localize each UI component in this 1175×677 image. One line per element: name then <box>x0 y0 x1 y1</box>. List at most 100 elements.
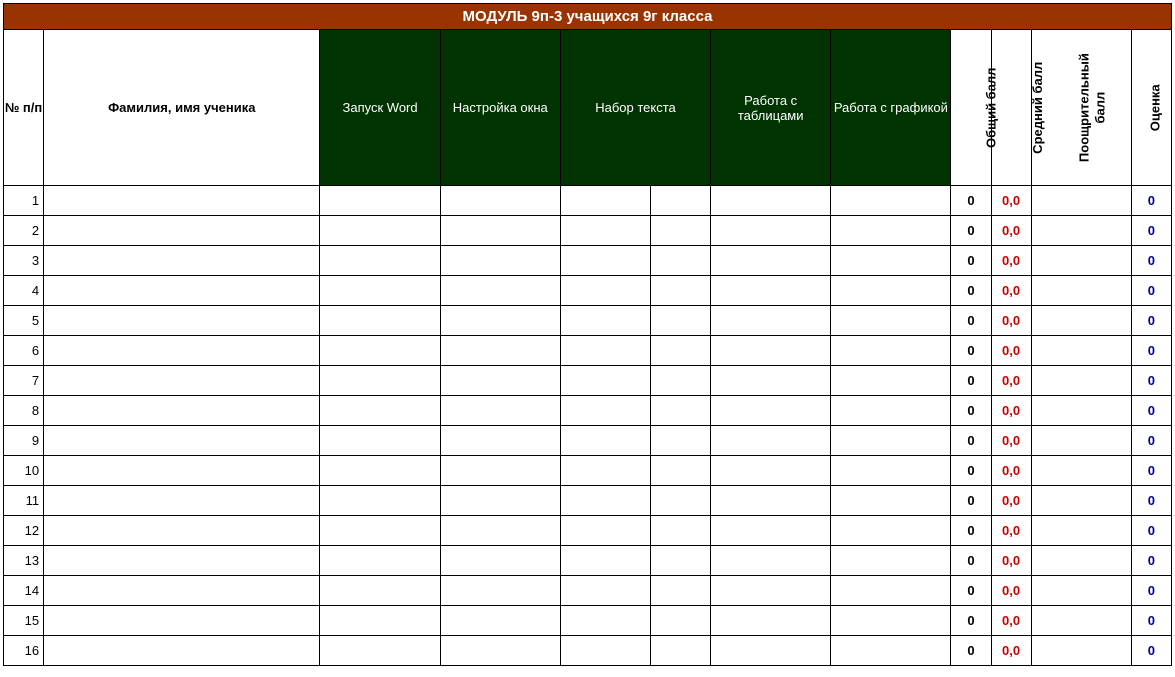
bonus-score[interactable] <box>1031 576 1131 606</box>
task-cell[interactable] <box>711 456 831 486</box>
task-cell[interactable] <box>440 636 560 666</box>
student-name[interactable] <box>44 456 320 486</box>
task-cell[interactable] <box>560 336 650 366</box>
task-cell[interactable] <box>440 546 560 576</box>
bonus-score[interactable] <box>1031 306 1131 336</box>
bonus-score[interactable] <box>1031 516 1131 546</box>
task-cell[interactable] <box>651 636 711 666</box>
task-cell[interactable] <box>831 396 951 426</box>
task-cell[interactable] <box>440 216 560 246</box>
bonus-score[interactable] <box>1031 246 1131 276</box>
task-cell[interactable] <box>560 216 650 246</box>
task-cell[interactable] <box>560 426 650 456</box>
student-name[interactable] <box>44 186 320 216</box>
student-name[interactable] <box>44 246 320 276</box>
task-cell[interactable] <box>831 336 951 366</box>
task-cell[interactable] <box>651 546 711 576</box>
task-cell[interactable] <box>651 426 711 456</box>
task-cell[interactable] <box>651 186 711 216</box>
task-cell[interactable] <box>711 636 831 666</box>
student-name[interactable] <box>44 306 320 336</box>
task-cell[interactable] <box>440 426 560 456</box>
bonus-score[interactable] <box>1031 606 1131 636</box>
student-name[interactable] <box>44 426 320 456</box>
task-cell[interactable] <box>651 366 711 396</box>
task-cell[interactable] <box>831 606 951 636</box>
bonus-score[interactable] <box>1031 276 1131 306</box>
task-cell[interactable] <box>651 576 711 606</box>
student-name[interactable] <box>44 516 320 546</box>
task-cell[interactable] <box>711 366 831 396</box>
task-cell[interactable] <box>711 606 831 636</box>
task-cell[interactable] <box>711 546 831 576</box>
task-cell[interactable] <box>320 366 440 396</box>
task-cell[interactable] <box>651 306 711 336</box>
task-cell[interactable] <box>560 246 650 276</box>
task-cell[interactable] <box>560 516 650 546</box>
task-cell[interactable] <box>320 246 440 276</box>
task-cell[interactable] <box>831 216 951 246</box>
bonus-score[interactable] <box>1031 366 1131 396</box>
student-name[interactable] <box>44 486 320 516</box>
task-cell[interactable] <box>651 456 711 486</box>
task-cell[interactable] <box>560 456 650 486</box>
task-cell[interactable] <box>651 516 711 546</box>
task-cell[interactable] <box>320 396 440 426</box>
task-cell[interactable] <box>320 336 440 366</box>
task-cell[interactable] <box>711 486 831 516</box>
task-cell[interactable] <box>440 606 560 636</box>
task-cell[interactable] <box>711 426 831 456</box>
task-cell[interactable] <box>560 186 650 216</box>
task-cell[interactable] <box>711 276 831 306</box>
task-cell[interactable] <box>651 246 711 276</box>
task-cell[interactable] <box>651 486 711 516</box>
task-cell[interactable] <box>560 396 650 426</box>
task-cell[interactable] <box>440 336 560 366</box>
task-cell[interactable] <box>440 516 560 546</box>
task-cell[interactable] <box>831 276 951 306</box>
student-name[interactable] <box>44 576 320 606</box>
task-cell[interactable] <box>831 636 951 666</box>
task-cell[interactable] <box>651 276 711 306</box>
bonus-score[interactable] <box>1031 216 1131 246</box>
task-cell[interactable] <box>320 486 440 516</box>
task-cell[interactable] <box>440 276 560 306</box>
task-cell[interactable] <box>831 366 951 396</box>
student-name[interactable] <box>44 396 320 426</box>
student-name[interactable] <box>44 546 320 576</box>
task-cell[interactable] <box>440 366 560 396</box>
task-cell[interactable] <box>560 486 650 516</box>
task-cell[interactable] <box>440 306 560 336</box>
task-cell[interactable] <box>711 216 831 246</box>
task-cell[interactable] <box>560 366 650 396</box>
task-cell[interactable] <box>651 336 711 366</box>
task-cell[interactable] <box>831 456 951 486</box>
bonus-score[interactable] <box>1031 336 1131 366</box>
task-cell[interactable] <box>320 576 440 606</box>
bonus-score[interactable] <box>1031 546 1131 576</box>
task-cell[interactable] <box>320 516 440 546</box>
task-cell[interactable] <box>711 396 831 426</box>
task-cell[interactable] <box>320 426 440 456</box>
task-cell[interactable] <box>560 306 650 336</box>
bonus-score[interactable] <box>1031 456 1131 486</box>
student-name[interactable] <box>44 636 320 666</box>
task-cell[interactable] <box>831 546 951 576</box>
task-cell[interactable] <box>320 216 440 246</box>
task-cell[interactable] <box>320 276 440 306</box>
task-cell[interactable] <box>440 246 560 276</box>
task-cell[interactable] <box>651 396 711 426</box>
task-cell[interactable] <box>320 606 440 636</box>
task-cell[interactable] <box>831 306 951 336</box>
task-cell[interactable] <box>320 546 440 576</box>
task-cell[interactable] <box>320 306 440 336</box>
task-cell[interactable] <box>831 516 951 546</box>
task-cell[interactable] <box>440 456 560 486</box>
task-cell[interactable] <box>440 576 560 606</box>
task-cell[interactable] <box>320 456 440 486</box>
bonus-score[interactable] <box>1031 636 1131 666</box>
task-cell[interactable] <box>711 336 831 366</box>
task-cell[interactable] <box>560 546 650 576</box>
student-name[interactable] <box>44 336 320 366</box>
task-cell[interactable] <box>560 636 650 666</box>
